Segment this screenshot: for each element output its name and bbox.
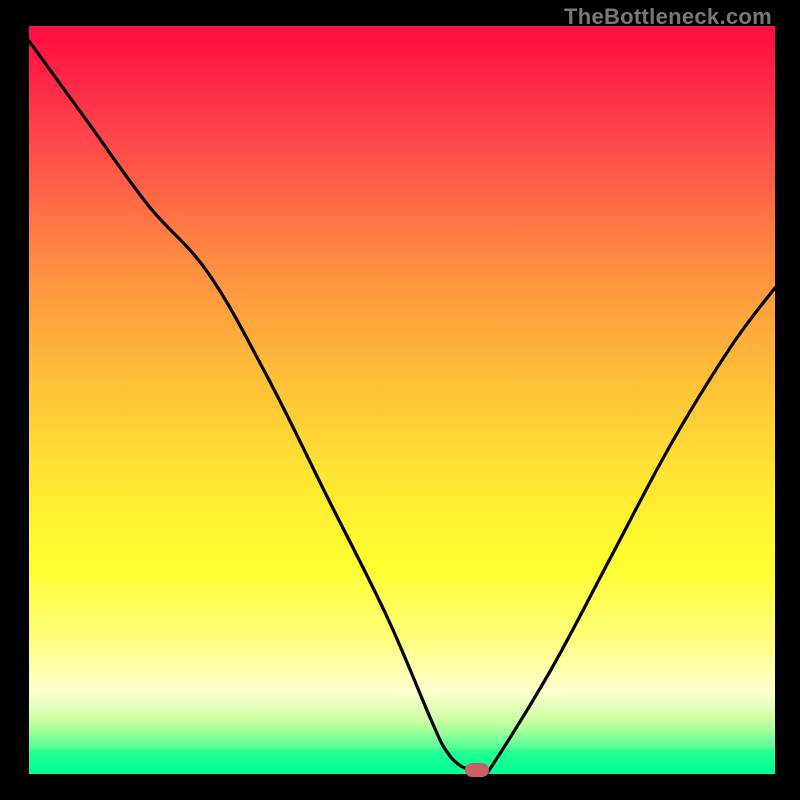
min-marker bbox=[465, 763, 489, 777]
curve-line bbox=[29, 26, 775, 774]
chart-stage: TheBottleneck.com bbox=[0, 0, 800, 800]
gradient-plot-area bbox=[29, 26, 775, 774]
watermark-text: TheBottleneck.com bbox=[564, 4, 772, 30]
